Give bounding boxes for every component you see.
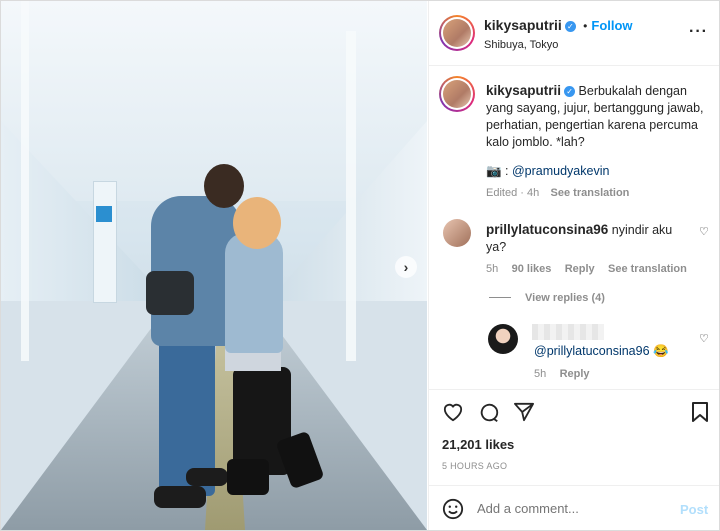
likes-count[interactable]: 21,201 likes [442,437,514,452]
reply-avatar[interactable] [488,324,518,354]
post-comment-button[interactable]: Post [680,502,708,517]
commenter-avatar[interactable] [443,219,471,247]
add-comment-bar: Post [429,485,719,530]
comment-reply-button[interactable]: Reply [565,263,595,275]
caption: kikysaputrii ✓ Berbukalah dengan yang say… [486,82,708,151]
bookmark-icon[interactable] [691,402,709,422]
avatar [443,80,471,108]
comment: prillylatuconsina96 nyindir aku ya? [486,221,691,256]
comment-likes[interactable]: 90 likes [512,263,552,275]
laughing-emoji: 😂 [653,344,669,358]
avatar [443,19,471,47]
man-shoe [154,486,206,508]
bag [146,271,194,315]
credit-mention-link[interactable]: @pramudyakevin [512,164,609,178]
emoji-smile-icon[interactable] [442,498,464,520]
post-side-panel: kikysaputrii ✓ • Follow Shibuya, Tokyo ···… [428,1,719,530]
man-shoe [186,468,228,486]
reply-mention-link[interactable]: @prillylatuconsina96 [534,344,650,358]
caption-meta: Edited · 4h See translation [486,185,629,199]
redacted-username [532,324,604,340]
reply-text: @prillylatuconsina96 😂 [534,343,669,360]
verified-badge-icon: ✓ [564,21,576,33]
man-head [204,164,244,208]
post-time[interactable]: 5 HOURS AGO [442,461,507,471]
comment-age: 5h [486,263,499,275]
like-comment-heart-icon[interactable]: ♡ [699,225,709,238]
caption-username[interactable]: kikysaputrii [486,83,561,98]
wayfinding-sign [93,181,117,303]
comment-bubble-icon[interactable] [478,402,500,424]
reply-age: 5h [534,368,547,380]
comment-input[interactable] [475,500,664,517]
share-paper-plane-icon[interactable] [513,402,535,422]
post-location[interactable]: Shibuya, Tokyo [484,39,558,51]
verified-badge-icon: ✓ [564,86,576,98]
reply-reply-button[interactable]: Reply [560,368,590,380]
like-reply-heart-icon[interactable]: ♡ [699,332,709,345]
replies-divider [489,297,511,298]
reply-meta: 5h Reply [534,366,590,380]
comment-see-translation-link[interactable]: See translation [608,263,687,275]
author-username[interactable]: kikysaputrii [484,17,562,33]
caption-avatar[interactable] [439,76,475,112]
caption-edited-time: Edited · 4h [486,187,540,199]
woman-jacket [225,233,283,353]
comments-section: kikysaputrii ✓ Berbukalah dengan yang say… [429,66,719,388]
post-header: kikysaputrii ✓ • Follow Shibuya, Tokyo ··· [429,1,719,66]
like-heart-icon[interactable] [442,402,464,422]
comment-meta: 5h 90 likes Reply See translation [486,261,687,275]
pillar [21,1,29,361]
chevron-right-icon: › [403,259,409,275]
woman-boot [227,459,269,495]
post-actions: 21,201 likes 5 HOURS AGO [429,389,719,485]
next-photo-button[interactable]: › [395,256,417,278]
sign-icon [96,206,112,222]
separator-dot: • [583,19,588,33]
more-dots-icon[interactable]: ··· [689,23,708,41]
follow-button[interactable]: Follow [591,18,632,33]
post-photo[interactable]: › [1,1,427,530]
comment-username[interactable]: prillylatuconsina96 [486,222,608,237]
view-replies-button[interactable]: View replies (4) [525,292,605,304]
photo-credit: 📷 : @pramudyakevin [486,163,609,180]
woman-head [233,197,281,249]
caption-see-translation-link[interactable]: See translation [551,187,630,199]
instagram-post-modal: › kikysaputrii ✓ • Follow Shibuya, Tokyo ·… [0,0,720,531]
camera-icon: 📷 : [486,164,512,178]
pillar [346,31,356,361]
author-avatar[interactable] [439,15,475,51]
